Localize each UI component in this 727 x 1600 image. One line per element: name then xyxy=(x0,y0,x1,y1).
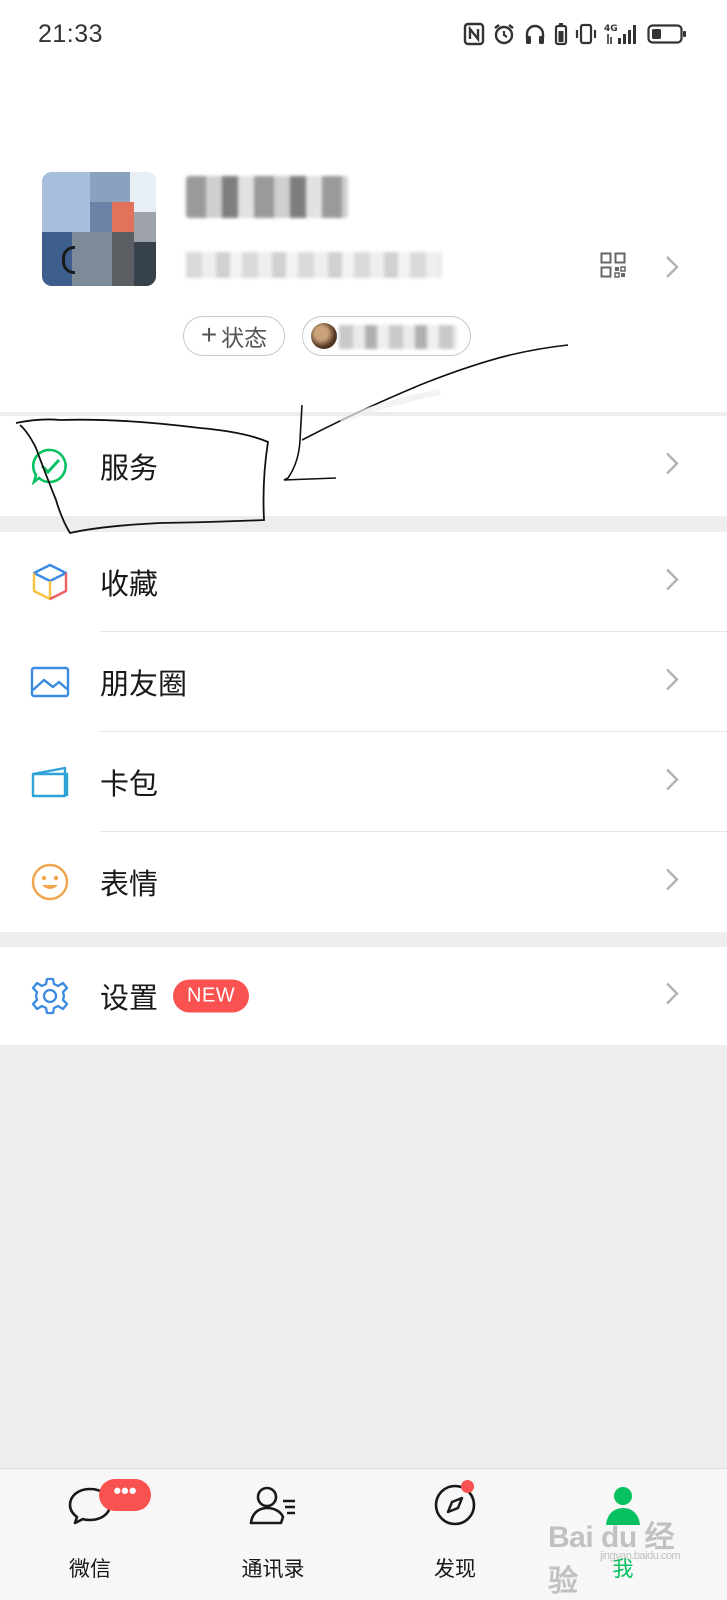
status-bar: 21:33 4G xyxy=(0,0,727,72)
nfc-icon xyxy=(463,22,485,46)
tab-label-contacts: 通讯录 xyxy=(241,1557,305,1581)
chevron-right-icon[interactable] xyxy=(664,254,680,285)
wechat-id-redacted xyxy=(186,252,441,278)
tab-label-chats: 微信 xyxy=(69,1557,111,1581)
add-status-label: 状态 xyxy=(221,325,268,351)
plus-icon: + xyxy=(200,318,218,350)
main-menu-section: 收藏 朋友圈 卡包 表情 xyxy=(0,532,727,932)
chevron-right-icon xyxy=(664,451,680,482)
settings-section: 设置 NEW xyxy=(0,947,727,1045)
chevron-right-icon xyxy=(664,667,680,698)
menu-item-services[interactable]: 服务 xyxy=(0,416,727,516)
menu-label-cards: 卡包 xyxy=(100,767,159,801)
menu-label-services: 服务 xyxy=(100,451,159,485)
avatar[interactable] xyxy=(42,172,156,286)
qr-code-icon[interactable] xyxy=(600,252,626,283)
unread-badge: ••• xyxy=(99,1479,151,1511)
alarm-icon xyxy=(492,22,516,46)
wallet-icon xyxy=(30,762,70,802)
tab-contacts[interactable]: 通讯录 xyxy=(213,1469,333,1600)
signal-4g-icon: 4G xyxy=(604,22,640,46)
chevron-right-icon xyxy=(664,767,680,798)
gear-icon xyxy=(30,976,70,1016)
menu-item-favorites[interactable]: 收藏 xyxy=(0,532,727,632)
picture-icon xyxy=(30,662,70,702)
baidu-jingyan-watermark: Bai du 经验 jingyan.baidu.com xyxy=(548,1512,688,1598)
menu-item-stickers[interactable]: 表情 xyxy=(0,832,727,932)
services-section: 服务 xyxy=(0,416,727,516)
menu-item-moments[interactable]: 朋友圈 xyxy=(0,632,727,732)
chevron-right-icon xyxy=(664,867,680,898)
menu-label-favorites: 收藏 xyxy=(100,567,159,601)
tab-label-discover: 发现 xyxy=(434,1557,476,1581)
discover-red-dot xyxy=(461,1480,474,1493)
wechat-pay-icon xyxy=(30,446,70,486)
contacts-icon xyxy=(247,1481,299,1534)
watermark-sub: jingyan.baidu.com xyxy=(600,1550,681,1562)
friends-status-redacted xyxy=(339,325,457,349)
vibrate-icon xyxy=(575,22,597,46)
menu-label-settings: 设置 xyxy=(100,981,159,1015)
menu-label-stickers: 表情 xyxy=(100,867,159,901)
new-badge: NEW xyxy=(173,979,250,1013)
status-icons: 4G xyxy=(463,22,687,46)
profile-header: 21:33 4G + 状态 xyxy=(0,0,727,412)
status-time: 21:33 xyxy=(38,20,104,48)
chevron-right-icon xyxy=(664,567,680,598)
smiley-icon xyxy=(30,862,70,902)
add-status-button[interactable]: + 状态 xyxy=(183,316,285,356)
battery-icon xyxy=(647,22,687,46)
chevron-right-icon xyxy=(664,981,680,1012)
battery-saver-icon xyxy=(554,22,568,46)
menu-item-settings[interactable]: 设置 NEW xyxy=(0,947,727,1045)
tab-discover[interactable]: 发现 xyxy=(395,1469,515,1600)
friends-status-button[interactable] xyxy=(302,316,471,356)
menu-label-moments: 朋友圈 xyxy=(100,667,188,701)
headphones-icon xyxy=(523,22,547,46)
wechat-me-screen: 21:33 4G + 状态 服务 收藏 朋友圈 卡包 表情 设置 NEW 微信 … xyxy=(0,0,727,1600)
friend-avatar xyxy=(311,323,337,349)
nickname-redacted xyxy=(186,176,348,218)
menu-item-cards[interactable]: 卡包 xyxy=(0,732,727,832)
cube-icon xyxy=(30,562,70,602)
svg-text:4G: 4G xyxy=(604,24,618,34)
